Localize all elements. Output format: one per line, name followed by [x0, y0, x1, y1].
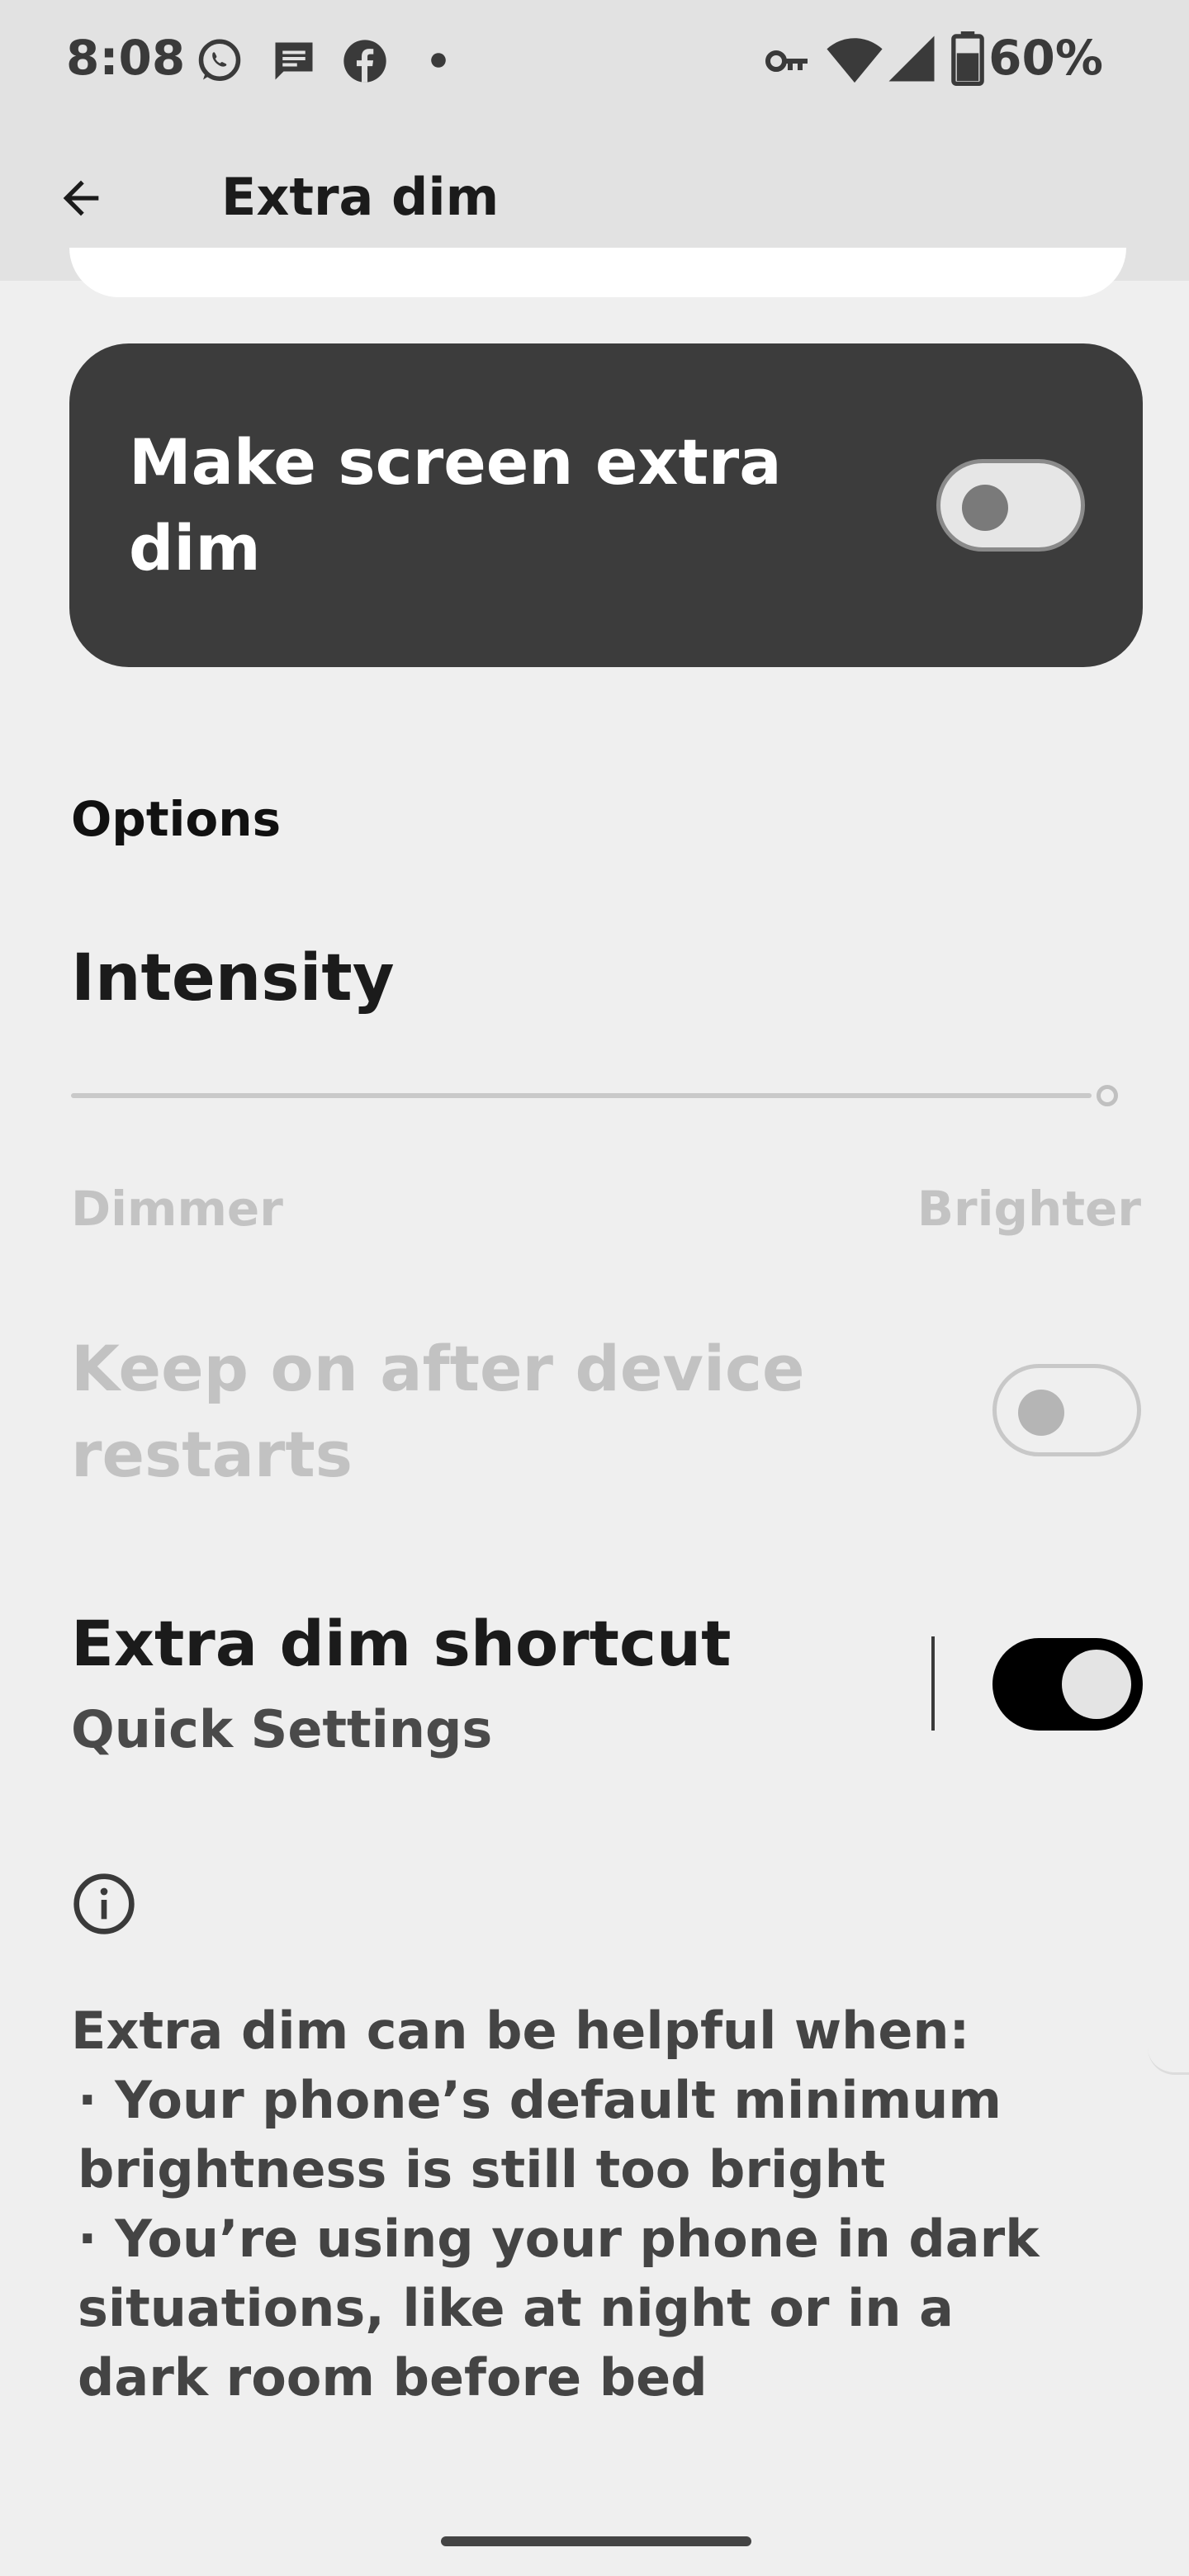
edge-hint: [1148, 2048, 1189, 2075]
status-time: 8:08: [66, 30, 186, 86]
top-bar: 8:08 60% Extra dim: [0, 0, 1189, 281]
vertical-divider: [931, 1636, 935, 1731]
footer-intro: Extra dim can be helpful when:: [71, 2001, 970, 2061]
battery-percent: 60%: [988, 30, 1103, 86]
slider-max-label: Brighter: [917, 1181, 1141, 1237]
switch-knob: [1062, 1650, 1131, 1719]
dot-icon: [431, 53, 446, 68]
main-toggle-label: Make screen extra dim: [129, 425, 782, 585]
switch-knob: [962, 485, 1008, 531]
illustration-card: [69, 248, 1126, 297]
footer-bullet: · Your phone’s default minimum brightnes…: [78, 2070, 1002, 2200]
intensity-title: Intensity: [71, 941, 395, 1016]
slider-track: [71, 1093, 1092, 1098]
keep-on-label: Keep on after device restarts: [71, 1332, 805, 1491]
slider-min-label: Dimmer: [71, 1181, 283, 1237]
wifi-icon: [827, 38, 883, 83]
arrow-left-icon: [63, 180, 99, 216]
back-button[interactable]: [40, 157, 122, 239]
main-toggle-switch[interactable]: [936, 459, 1085, 552]
options-header: Options: [71, 791, 282, 847]
footer-description: Extra dim can be helpful when: · Your ph…: [71, 1996, 1062, 2413]
vpn-key-icon: [765, 50, 808, 72]
message-icon: [275, 42, 313, 80]
keep-on-switch[interactable]: [992, 1364, 1141, 1456]
shortcut-summary: Quick Settings: [71, 1699, 493, 1759]
battery-icon: [951, 31, 984, 86]
footer-bullet: · You’re using your phone in dark situat…: [78, 2209, 1040, 2408]
main-toggle-card[interactable]: Make screen extra dim: [69, 343, 1143, 667]
slider-thumb[interactable]: [1097, 1085, 1118, 1106]
whatsapp-icon: [198, 39, 241, 81]
status-bar: 8:08 60%: [0, 0, 1189, 124]
gesture-nav-handle[interactable]: [441, 2536, 751, 2546]
page-title: Extra dim: [221, 167, 500, 227]
shortcut-row[interactable]: Extra dim shortcut Quick Settings: [0, 1593, 1189, 1783]
info-icon: [73, 1873, 135, 1934]
switch-knob: [1018, 1390, 1064, 1436]
shortcut-title: Extra dim shortcut: [71, 1607, 732, 1680]
shortcut-switch[interactable]: [992, 1638, 1143, 1731]
facebook-icon: [343, 40, 386, 83]
intensity-slider[interactable]: [71, 1080, 1128, 1113]
cellular-signal-icon: [888, 36, 935, 82]
